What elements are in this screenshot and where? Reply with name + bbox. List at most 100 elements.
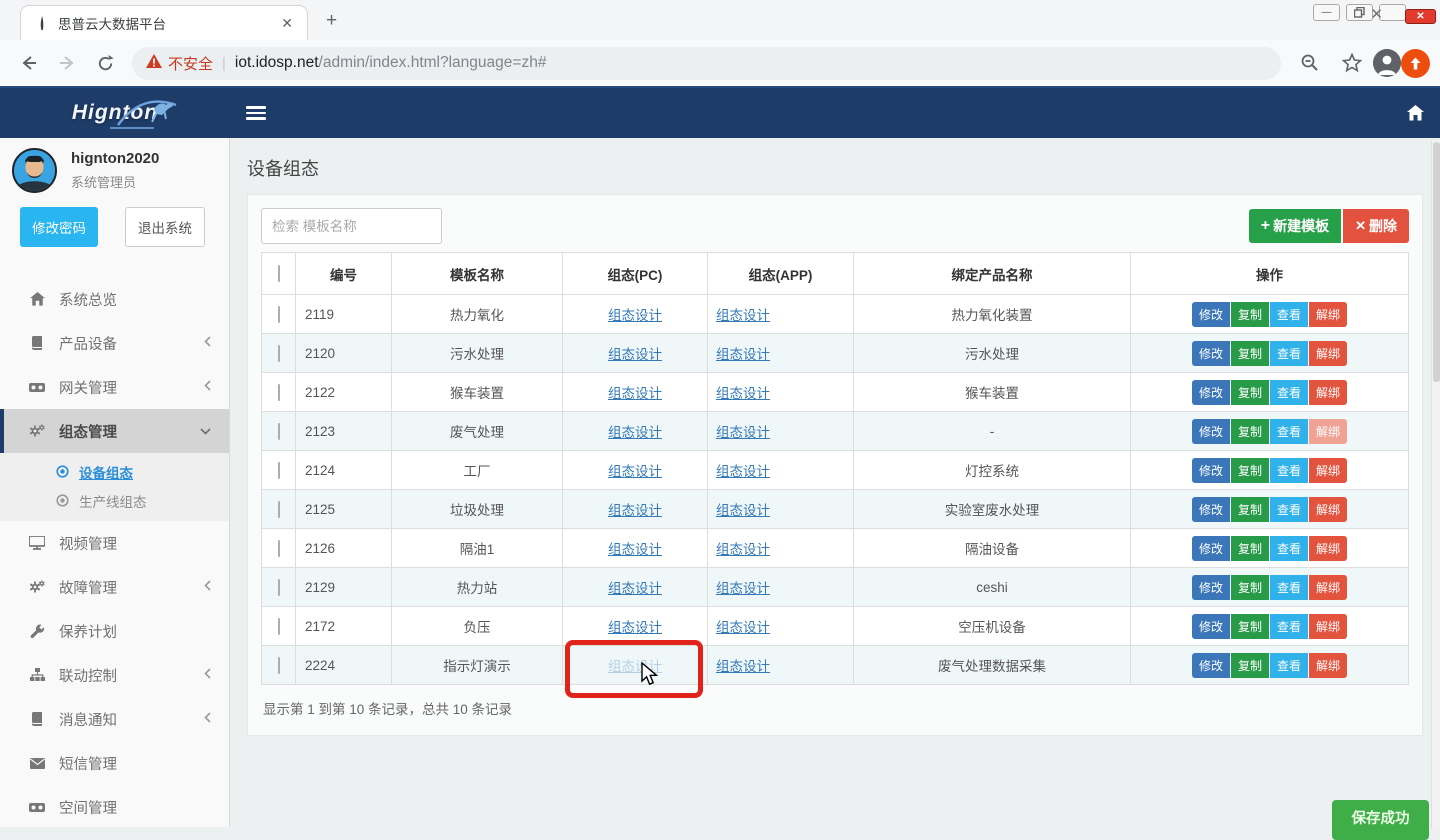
row-checkbox[interactable] [278, 306, 280, 323]
app-config-link[interactable]: 组态设计 [716, 620, 770, 635]
edit-button[interactable]: 修改 [1192, 536, 1230, 561]
row-checkbox[interactable] [278, 462, 280, 479]
capture-stop-button[interactable]: ✕ [1405, 9, 1436, 24]
pc-config-link[interactable]: 组态设计 [608, 425, 662, 440]
new-template-button[interactable]: +新建模板 [1249, 209, 1341, 243]
app-config-link[interactable]: 组态设计 [716, 386, 770, 401]
edit-button[interactable]: 修改 [1192, 653, 1230, 678]
view-button[interactable]: 查看 [1270, 614, 1308, 639]
delete-button[interactable]: ✕删除 [1343, 209, 1409, 243]
browser-profile-icon[interactable] [1373, 49, 1401, 77]
app-config-link[interactable]: 组态设计 [716, 542, 770, 557]
minimize-icon[interactable]: — [1313, 4, 1340, 21]
unbind-button[interactable]: 解绑 [1309, 497, 1347, 522]
unbind-button[interactable]: 解绑 [1309, 419, 1347, 444]
row-checkbox[interactable] [278, 423, 280, 440]
not-secure-label[interactable]: 不安全 [168, 53, 213, 74]
pc-config-link[interactable]: 组态设计 [608, 347, 662, 362]
edit-button[interactable]: 修改 [1192, 419, 1230, 444]
pc-config-link[interactable]: 组态设计 [608, 386, 662, 401]
back-icon[interactable] [14, 48, 44, 78]
change-password-button[interactable]: 修改密码 [20, 207, 98, 247]
browser-tab[interactable]: 思普云大数据平台 ✕ [20, 5, 308, 40]
view-button[interactable]: 查看 [1270, 653, 1308, 678]
unbind-button[interactable]: 解绑 [1309, 458, 1347, 483]
app-logo[interactable]: Hignton [0, 88, 230, 138]
browser-update-icon[interactable] [1401, 49, 1430, 78]
restore-icon[interactable] [1346, 4, 1373, 21]
new-tab-icon[interactable]: + [326, 10, 337, 32]
pc-config-link[interactable]: 组态设计 [608, 542, 662, 557]
view-button[interactable]: 查看 [1270, 497, 1308, 522]
unbind-button[interactable]: 解绑 [1309, 614, 1347, 639]
app-config-link[interactable]: 组态设计 [716, 503, 770, 518]
copy-button[interactable]: 复制 [1231, 497, 1269, 522]
edit-button[interactable]: 修改 [1192, 497, 1230, 522]
edit-button[interactable]: 修改 [1192, 458, 1230, 483]
row-checkbox[interactable] [278, 345, 280, 362]
edit-button[interactable]: 修改 [1192, 614, 1230, 639]
edit-button[interactable]: 修改 [1192, 380, 1230, 405]
sidebar-item-9[interactable]: 消息通知 [0, 697, 229, 741]
copy-button[interactable]: 复制 [1231, 653, 1269, 678]
copy-button[interactable]: 复制 [1231, 380, 1269, 405]
sidebar-item-6[interactable]: 故障管理 [0, 565, 229, 609]
hamburger-menu-icon[interactable] [246, 106, 266, 120]
bookmark-star-icon[interactable] [1338, 49, 1366, 77]
view-button[interactable]: 查看 [1270, 536, 1308, 561]
pc-config-link[interactable]: 组态设计 [608, 503, 662, 518]
tab-close-icon[interactable]: ✕ [277, 15, 297, 32]
row-checkbox[interactable] [278, 657, 280, 674]
copy-button[interactable]: 复制 [1231, 536, 1269, 561]
app-config-link[interactable]: 组态设计 [716, 464, 770, 479]
copy-button[interactable]: 复制 [1231, 419, 1269, 444]
scrollbar-thumb[interactable] [1433, 142, 1440, 382]
pc-config-link[interactable]: 组态设计 [608, 581, 662, 596]
app-config-link[interactable]: 组态设计 [716, 347, 770, 362]
unbind-button[interactable]: 解绑 [1309, 575, 1347, 600]
view-button[interactable]: 查看 [1270, 458, 1308, 483]
app-config-link[interactable]: 组态设计 [716, 659, 770, 674]
view-button[interactable]: 查看 [1270, 419, 1308, 444]
url-bar[interactable]: 不安全 | iot.idosp.net /admin/index.html?la… [132, 47, 1281, 80]
row-checkbox[interactable] [278, 618, 280, 635]
copy-button[interactable]: 复制 [1231, 575, 1269, 600]
sidebar-subitem[interactable]: 生产线组态 [0, 486, 229, 515]
edit-button[interactable]: 修改 [1192, 341, 1230, 366]
sidebar-item-5[interactable]: 视频管理 [0, 521, 229, 565]
view-button[interactable]: 查看 [1270, 341, 1308, 366]
sidebar-subitem[interactable]: 设备组态 [0, 457, 229, 486]
edit-button[interactable]: 修改 [1192, 302, 1230, 327]
app-config-link[interactable]: 组态设计 [716, 581, 770, 596]
forward-icon[interactable] [52, 48, 82, 78]
zoom-indicator-icon[interactable] [1296, 49, 1324, 77]
unbind-button[interactable]: 解绑 [1309, 341, 1347, 366]
edit-button[interactable]: 修改 [1192, 575, 1230, 600]
row-checkbox[interactable] [278, 501, 280, 518]
user-avatar[interactable] [12, 148, 57, 193]
unbind-button[interactable]: 解绑 [1309, 380, 1347, 405]
sidebar-item-8[interactable]: 联动控制 [0, 653, 229, 697]
page-scrollbar[interactable] [1431, 140, 1440, 829]
view-button[interactable]: 查看 [1270, 302, 1308, 327]
row-checkbox[interactable] [278, 540, 280, 557]
sidebar-item-7[interactable]: 保养计划 [0, 609, 229, 653]
copy-button[interactable]: 复制 [1231, 458, 1269, 483]
unbind-button[interactable]: 解绑 [1309, 536, 1347, 561]
sidebar-item-1[interactable]: 系统总览 [0, 277, 229, 321]
sidebar-item-4[interactable]: 组态管理 [0, 409, 229, 453]
pc-config-link[interactable]: 组态设计 [608, 620, 662, 635]
unbind-button[interactable]: 解绑 [1309, 302, 1347, 327]
copy-button[interactable]: 复制 [1231, 341, 1269, 366]
row-checkbox[interactable] [278, 384, 280, 401]
select-all-checkbox[interactable] [278, 265, 280, 282]
sidebar-item-10[interactable]: 短信管理 [0, 741, 229, 785]
copy-button[interactable]: 复制 [1231, 614, 1269, 639]
logout-button[interactable]: 退出系统 [125, 207, 205, 247]
reload-icon[interactable] [90, 48, 120, 78]
view-button[interactable]: 查看 [1270, 575, 1308, 600]
app-config-link[interactable]: 组态设计 [716, 308, 770, 323]
app-config-link[interactable]: 组态设计 [716, 425, 770, 440]
row-checkbox[interactable] [278, 579, 280, 596]
sidebar-item-2[interactable]: 产品设备 [0, 321, 229, 365]
